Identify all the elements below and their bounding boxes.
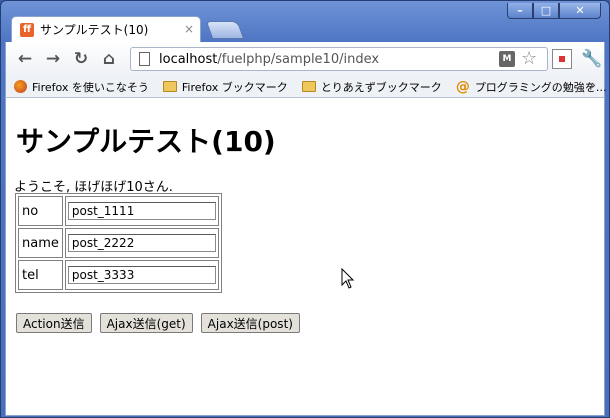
bookmark-label: とりあえずブックマーク [320,80,442,94]
minimize-button[interactable]: – [507,3,533,19]
page-icon [139,52,150,66]
home-icon[interactable]: ⌂ [98,48,120,70]
bookmark-folder-toriaezu[interactable]: とりあえずブックマーク [301,79,442,95]
toolbar: ← → ↻ ⌂ localhost/fuelphp/sample10/index… [5,42,605,76]
window-controls: – □ ✕ [507,3,601,19]
forward-arrow-icon[interactable]: → [42,48,64,70]
table-row: tel [18,260,219,290]
bookmark-star-icon[interactable]: ☆ [521,48,537,69]
firefox-icon [14,80,27,93]
table-row: no [18,196,219,226]
url-text[interactable]: localhost/fuelphp/sample10/index [159,52,379,67]
no-field[interactable] [67,202,216,220]
bookmark-label: Firefox を使いこなそう [32,80,149,94]
action-submit-button[interactable]: Action送信 [16,313,92,333]
ajax-post-button[interactable]: Ajax送信(post) [200,313,300,333]
browser-window: – □ ✕ ff サンプルテスト(10) × ← → ↻ ⌂ localhost… [0,0,610,418]
tab-close-icon[interactable]: × [184,22,194,36]
at-icon: @ [455,78,470,95]
bookmarks-overflow-icon[interactable]: » [589,78,596,92]
tab-active[interactable]: ff サンプルテスト(10) × [11,16,201,42]
back-arrow-icon[interactable]: ← [14,48,36,70]
form-table: no name tel [15,193,222,293]
folder-icon [162,81,177,92]
bookmark-folder-firefox[interactable]: Firefox ブックマーク [162,79,288,95]
url-path: /fuelphp/sample10/index [217,52,380,67]
page-content: サンプルテスト(10) ようこそ, ほげほげ10さん. no name tel … [5,98,605,416]
tab-title: サンプルテスト(10) [40,23,149,37]
address-bar[interactable]: localhost/fuelphp/sample10/index M ☆ [130,47,548,71]
field-label: no [18,196,63,226]
folder-icon [301,81,316,92]
close-window-button[interactable]: ✕ [559,3,601,19]
name-field[interactable] [67,234,216,252]
bookmark-label: プログラミングの勉強を… [474,80,607,94]
bookmark-item-firefox[interactable]: Firefox を使いこなそう [14,79,149,95]
url-host: localhost [159,52,218,67]
wrench-icon[interactable]: 🔧 [581,49,602,69]
favicon-icon: ff [20,22,34,37]
page-title: サンプルテスト(10) [16,125,276,158]
mouse-cursor-icon [341,268,355,289]
reload-icon[interactable]: ↻ [70,48,92,70]
extension-icon[interactable]: M [499,51,515,67]
table-row: name [18,228,219,258]
bookmark-label: Firefox ブックマーク [181,80,288,94]
button-row: Action送信 Ajax送信(get) Ajax送信(post) [16,313,308,333]
new-tab-button[interactable] [205,21,245,39]
bookmarks-bar: Firefox を使いこなそう Firefox ブックマーク とりあえずブックマ… [5,76,607,98]
tel-field[interactable] [67,266,216,284]
ajax-get-button[interactable]: Ajax送信(get) [99,313,193,333]
bookmark-item-programming[interactable]: @ プログラミングの勉強を… [456,79,607,95]
field-label: name [18,228,63,258]
extension-page-icon[interactable] [552,49,572,69]
field-label: tel [18,260,63,290]
maximize-button[interactable]: □ [533,3,559,19]
